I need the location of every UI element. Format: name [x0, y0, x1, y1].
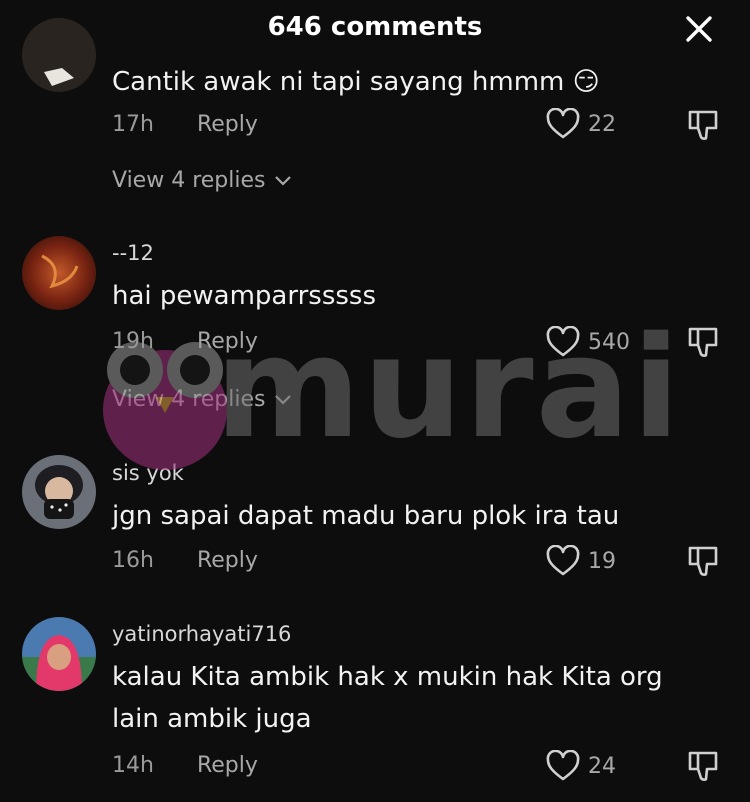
comment-text: kalau Kita ambik hak x mukin hak Kita or…	[112, 662, 663, 734]
comment-meta: 16h Reply	[112, 548, 258, 573]
avatar[interactable]	[22, 18, 96, 92]
view-replies-label: View 4 replies	[112, 387, 266, 412]
avatar[interactable]	[22, 455, 96, 529]
reply-button[interactable]: Reply	[197, 548, 258, 573]
dislike-icon[interactable]	[686, 544, 720, 578]
comments-count-title: 646 comments	[267, 12, 483, 42]
reply-button[interactable]: Reply	[197, 112, 258, 137]
heart-icon	[546, 326, 580, 357]
view-replies-label: View 4 replies	[112, 168, 266, 193]
reply-button[interactable]: Reply	[197, 329, 258, 354]
comments-header: 646 comments	[0, 0, 750, 58]
comment-text: jgn sapai dapat madu baru plok ira tau	[112, 501, 620, 531]
like-button[interactable]: 24	[546, 750, 616, 782]
chevron-down-icon	[275, 394, 292, 405]
comment-username[interactable]: yatinorhayati716	[112, 622, 291, 646]
heart-icon	[546, 750, 580, 781]
avatar[interactable]	[22, 236, 96, 310]
view-replies-button[interactable]: View 4 replies	[112, 387, 293, 412]
like-button[interactable]: 540	[546, 326, 630, 358]
view-replies-button[interactable]: View 4 replies	[112, 168, 293, 193]
heart-icon	[546, 545, 580, 576]
comment-username[interactable]: --12	[112, 241, 154, 265]
reply-button[interactable]: Reply	[197, 753, 258, 778]
like-count: 540	[588, 329, 630, 355]
dislike-icon[interactable]	[686, 325, 720, 359]
like-button[interactable]: 22	[546, 108, 616, 140]
like-count: 24	[588, 753, 616, 779]
comment-username[interactable]: sis yok	[112, 461, 184, 485]
like-count: 22	[588, 111, 616, 137]
comment-time: 19h	[112, 329, 154, 354]
dislike-icon[interactable]	[686, 749, 720, 783]
heart-icon	[546, 108, 580, 139]
chevron-down-icon	[275, 175, 292, 186]
like-button[interactable]: 19	[546, 545, 616, 577]
comment-meta: 19h Reply	[112, 329, 258, 354]
comment-time: 16h	[112, 548, 154, 573]
comment-meta: 14h Reply	[112, 753, 258, 778]
close-icon[interactable]	[684, 14, 714, 44]
like-count: 19	[588, 548, 616, 574]
avatar[interactable]	[22, 617, 96, 691]
dislike-icon[interactable]	[686, 108, 720, 142]
comment-time: 14h	[112, 753, 154, 778]
comment-time: 17h	[112, 112, 154, 137]
comment-text: Cantik awak ni tapi sayang hmmm 😏	[112, 67, 600, 97]
comment-text: hai pewamparrsssss	[112, 281, 377, 311]
comment-meta: 17h Reply	[112, 112, 258, 137]
